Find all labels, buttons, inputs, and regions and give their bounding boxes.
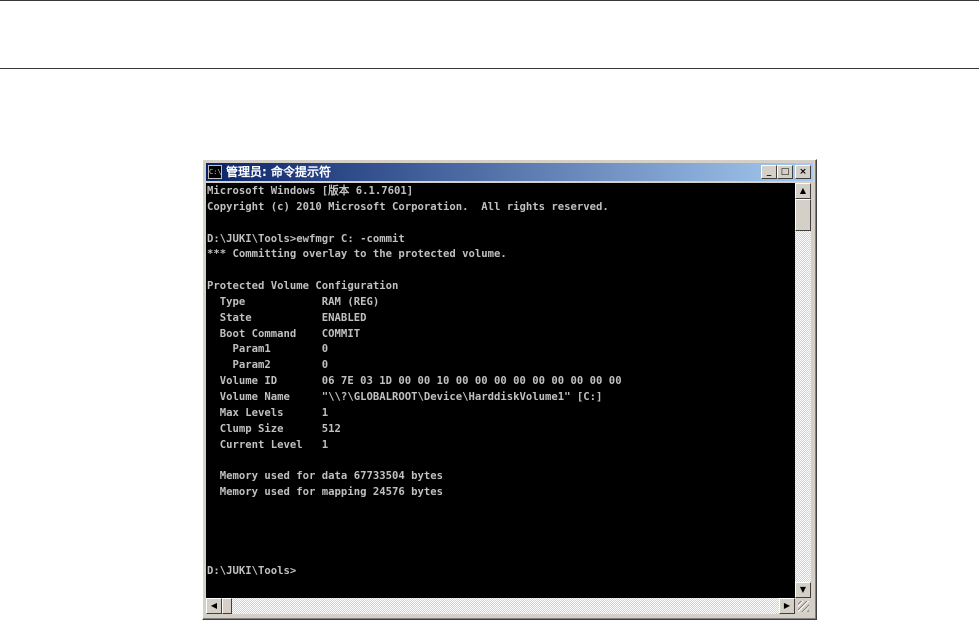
console-line: Copyright (c) 2010 Microsoft Corporation…: [207, 200, 609, 213]
scroll-left-arrow-icon[interactable]: ◀: [206, 598, 222, 614]
vertical-scrollbar[interactable]: ▲ ▼: [795, 183, 811, 598]
scroll-up-arrow-icon[interactable]: ▲: [795, 183, 811, 199]
close-button[interactable]: ×: [795, 165, 811, 179]
scroll-down-arrow-icon[interactable]: ▼: [795, 582, 811, 598]
horizontal-scrollbar[interactable]: ◀ ▶: [206, 598, 795, 614]
console-line: Max Levels 1: [207, 406, 329, 419]
console-line: Param1 0: [207, 343, 329, 356]
console-line: *** Committing overlay to the protected …: [207, 248, 507, 261]
console-line: Param2 0: [207, 359, 329, 372]
console-line: D:\JUKI\Tools>: [207, 565, 297, 578]
top-rule: [0, 0, 979, 1]
resize-grip-icon[interactable]: [795, 598, 811, 614]
console-icon[interactable]: C:\: [208, 165, 222, 179]
minimize-button[interactable]: _: [761, 165, 777, 179]
console-output[interactable]: Microsoft Windows [版本 6.1.7601] Copyrigh…: [206, 183, 795, 598]
console-line: Volume Name "\\?\GLOBALROOT\Device\Hardd…: [207, 390, 603, 403]
console-line: Current Level 1: [207, 438, 329, 451]
console-text: Microsoft Windows [版本 6.1.7601] Copyrigh…: [206, 183, 795, 580]
maximize-button[interactable]: □: [777, 165, 793, 179]
console-line: State ENABLED: [207, 311, 367, 324]
cmd-window: C:\ 管理员: 命令提示符 _ □ × Microsoft Windows […: [202, 159, 817, 620]
bottom-rule: [0, 68, 979, 69]
title-bar[interactable]: C:\ 管理员: 命令提示符 _ □ ×: [206, 163, 813, 181]
console-line: Type RAM (REG): [207, 295, 380, 308]
window-title: 管理员: 命令提示符: [226, 165, 331, 179]
console-line: Memory used for data 67733504 bytes: [207, 470, 443, 483]
console-line: Boot Command COMMIT: [207, 327, 361, 340]
scroll-right-arrow-icon[interactable]: ▶: [779, 598, 795, 614]
console-line: Microsoft Windows [版本 6.1.7601]: [207, 185, 414, 197]
horizontal-scroll-thumb[interactable]: [222, 598, 232, 614]
console-line: D:\JUKI\Tools>ewfmgr C: -commit: [207, 232, 405, 245]
console-line: Protected Volume Configuration: [207, 280, 399, 293]
console-line: Clump Size 512: [207, 422, 341, 435]
console-line: Memory used for mapping 24576 bytes: [207, 486, 443, 499]
console-line: Volume ID 06 7E 03 1D 00 00 10 00 00 00 …: [207, 375, 622, 388]
vertical-scroll-thumb[interactable]: [795, 199, 811, 231]
